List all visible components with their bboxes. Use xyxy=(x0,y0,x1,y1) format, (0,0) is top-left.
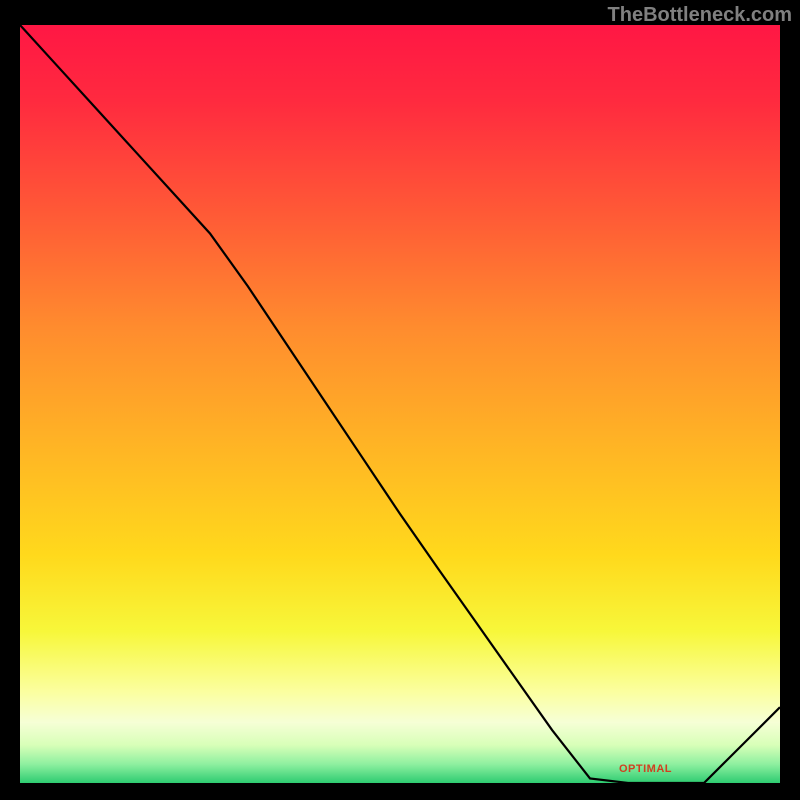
optimal-zone-label: OPTIMAL xyxy=(619,763,672,775)
watermark-text: TheBottleneck.com xyxy=(608,4,792,27)
chart-line-layer xyxy=(20,25,780,783)
chart-data-line xyxy=(20,25,780,783)
chart-plot-area: OPTIMAL xyxy=(20,25,780,783)
